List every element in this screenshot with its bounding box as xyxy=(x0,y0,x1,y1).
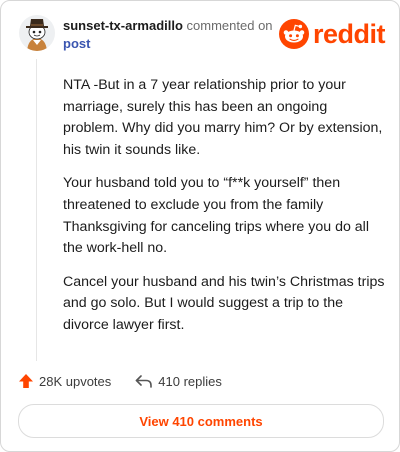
post-link[interactable]: post xyxy=(63,36,90,51)
comment-paragraph: Cancel your husband and his twin’s Chris… xyxy=(63,273,385,333)
upvote-button[interactable]: 28K upvotes xyxy=(18,373,111,389)
comment-card: sunset-tx-armadillo commented on post re… xyxy=(0,0,400,452)
reddit-logo[interactable]: reddit xyxy=(278,19,386,49)
reply-button[interactable]: 410 replies xyxy=(135,374,222,389)
thread-line xyxy=(36,59,37,361)
comment-paragraph: Your husband told you to “f**k yourself”… xyxy=(63,175,369,257)
reply-count: 410 replies xyxy=(158,373,222,389)
comment-paragraph: NTA -But in a 7 year relationship prior … xyxy=(63,77,383,158)
snoo-avatar-icon xyxy=(19,15,55,51)
upvote-count: 28K upvotes xyxy=(39,373,112,389)
avatar[interactable] xyxy=(19,15,55,51)
upvote-arrow-icon xyxy=(19,374,33,388)
comment-body: NTA -But in a 7 year relationship prior … xyxy=(63,75,385,349)
commented-on-label: commented on xyxy=(186,18,273,33)
reply-arrow-icon xyxy=(135,375,153,388)
reddit-wordmark: reddit xyxy=(312,19,386,49)
view-comments-button[interactable]: View 410 comments xyxy=(18,404,384,438)
username-link[interactable]: sunset-tx-armadillo xyxy=(63,18,183,33)
comment-meta: sunset-tx-armadillo commented on post xyxy=(63,17,293,53)
comment-header: sunset-tx-armadillo commented on post re… xyxy=(19,15,386,59)
comment-actions: 28K upvotes 410 replies xyxy=(18,370,246,392)
reddit-snoo-icon xyxy=(278,19,309,49)
view-comments-label: View 410 comments xyxy=(139,413,263,429)
